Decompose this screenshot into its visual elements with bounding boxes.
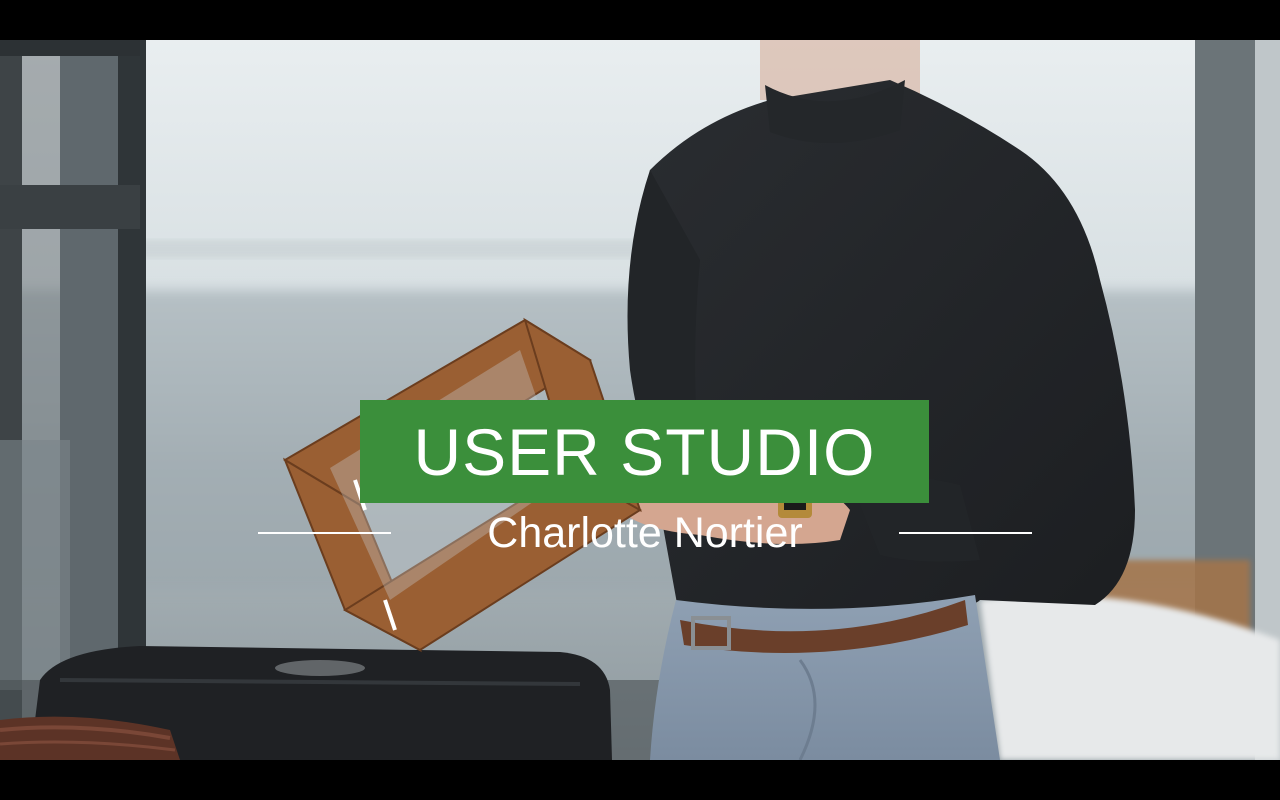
video-frame: USER STUDIO <box>0 40 1280 760</box>
divider-right <box>899 532 1032 534</box>
video-player: USER STUDIO Charlotte Nortier <box>0 0 1280 800</box>
title-banner: USER STUDIO <box>360 400 929 503</box>
title-text: USER STUDIO <box>413 414 876 489</box>
subtitle-row: Charlotte Nortier <box>258 505 1032 561</box>
